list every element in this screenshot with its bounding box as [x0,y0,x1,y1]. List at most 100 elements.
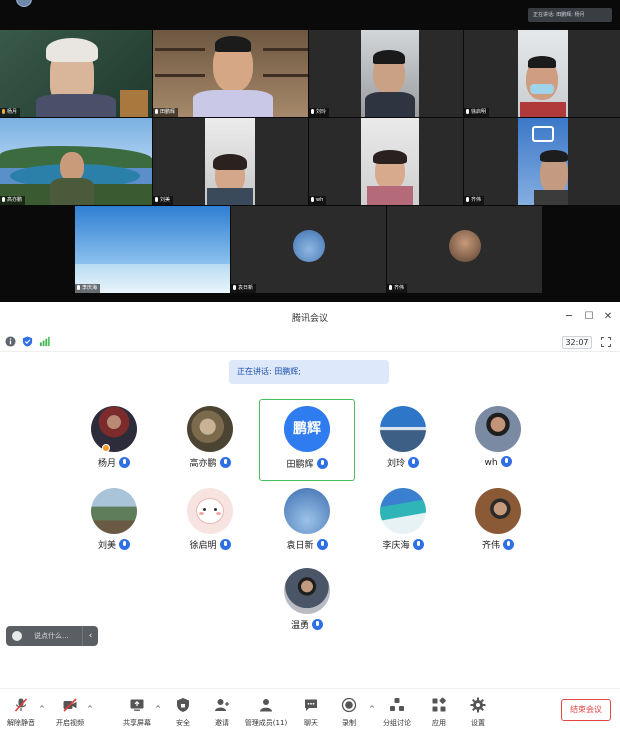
chat-collapse-button[interactable]: ‹ [82,626,98,646]
video-tile[interactable]: 刘美 [153,118,308,205]
mic-icon [155,197,158,202]
tile-name-label: 李庆海 [75,284,101,293]
mic-icon[interactable] [119,539,130,550]
mic-icon[interactable] [316,458,328,469]
video-tile[interactable]: wh [309,118,463,205]
tile-name-label: 徐启明 [464,108,490,117]
participant-name: 徐启明 [189,541,217,551]
mic-icon [466,109,469,114]
unmute-label: 解除静音 [7,719,35,727]
mic-icon [311,109,314,114]
fullscreen-icon[interactable] [601,337,611,347]
video-tile[interactable]: 袁日新 [231,206,386,293]
participant-card[interactable]: wh [462,402,534,480]
settings-button[interactable]: 设置 [453,695,503,735]
participant-card[interactable]: 刘美 [78,484,150,562]
record-button[interactable]: 录制 [324,695,374,735]
participant-card[interactable]: 刘玲 [367,402,439,480]
tile-name-label: 袁日新 [231,284,257,293]
participant-card-active[interactable]: 鹏辉 田鹏辉 [259,399,355,481]
tile-name-label: 齐伟 [387,284,408,293]
emoji-icon[interactable] [12,631,22,641]
video-tile[interactable]: 徐启明 [464,30,620,117]
signal-strength-icon[interactable] [39,336,50,347]
mic-muted-icon [14,698,28,712]
participant-name: 袁日新 [286,541,314,551]
participant-name: wh [484,458,498,468]
mic-icon [155,109,158,114]
audio-options-caret[interactable]: ^ [39,705,45,713]
speaking-indicator-pill: 正在讲话: 田鹏辉; 杨月 [528,8,612,22]
video-tile[interactable]: 刘玲 [309,30,463,117]
video-tile[interactable]: 李庆海 [75,206,230,293]
start-video-label: 开启视频 [56,719,84,727]
record-label: 录制 [342,719,356,727]
mic-icon[interactable] [219,457,231,468]
manage-members-label: 管理成员(11) [244,719,288,727]
participant-avatar [284,568,330,614]
members-icon [260,699,272,712]
apps-grid-icon [432,697,446,712]
hand-raised-icon [102,444,110,452]
mic-icon[interactable] [219,539,231,550]
participant-avatar [91,406,137,452]
maximize-button[interactable]: ☐ [582,310,596,324]
tile-name-label: 刘美 [153,196,174,205]
shield-lock-icon [177,698,189,712]
participant-card[interactable]: 李庆海 [367,484,439,562]
mic-icon[interactable] [316,539,328,550]
video-tile[interactable]: 齐伟 [387,206,542,293]
share-screen-icon [130,699,144,711]
breakout-rooms-icon [390,698,404,711]
tile-name-label: 杨月 [0,108,21,117]
record-icon [341,697,357,713]
window-title: 腾讯会议 [291,314,328,324]
mic-icon[interactable] [500,456,512,467]
participant-avatar [91,488,137,534]
participant-avatar [187,406,233,452]
mic-icon [311,197,314,202]
participant-card[interactable]: 徐启明 [174,484,246,562]
minimize-button[interactable]: ─ [562,310,576,324]
participant-card[interactable]: 温勇 [271,564,343,642]
info-icon[interactable] [5,336,16,347]
video-tile[interactable]: 田鹏辉 [153,30,308,117]
mic-icon[interactable] [408,457,419,468]
video-tile[interactable]: 齐伟 [464,118,620,205]
video-gallery: 正在讲话: 田鹏辉; 杨月 杨月 田鹏辉 刘玲 徐启明 高亦鹏 刘美 wh 齐伟… [0,0,620,302]
chat-input-box[interactable]: 说点什么... ‹ [6,626,98,646]
tile-name-label: 田鹏辉 [153,108,179,117]
participant-name: 李庆海 [382,541,410,551]
participant-card[interactable]: 杨月 [78,402,150,480]
mic-icon[interactable] [503,539,514,550]
tile-name-label: 高亦鹏 [0,196,26,205]
participant-name: 刘玲 [386,459,405,469]
mic-icon[interactable] [119,457,130,468]
participant-card[interactable]: 高亦鹏 [174,402,246,480]
participant-name: 高亦鹏 [189,459,217,469]
participant-avatar [187,488,233,534]
hand-raised-icon [2,109,5,114]
participant-card[interactable]: 袁日新 [271,484,343,562]
settings-label: 设置 [471,719,485,727]
participant-avatar [475,406,521,452]
start-video-button[interactable]: 开启视频 [45,695,95,735]
shield-icon[interactable] [22,336,33,347]
mic-icon[interactable] [412,539,424,550]
manage-members-button[interactable]: 管理成员(11) [240,695,292,735]
speaking-banner: 正在讲话: 田鹏辉; [229,360,389,384]
chat-bubble-icon [305,699,317,711]
meeting-timer: 32:07 [562,336,592,349]
end-meeting-button[interactable]: 结束会议 [561,699,611,721]
video-tile[interactable]: 杨月 [0,30,152,117]
video-tile[interactable]: 高亦鹏 [0,118,152,205]
unmute-button[interactable]: 解除静音 [0,695,46,735]
mic-icon[interactable] [312,619,323,630]
close-button[interactable]: ✕ [601,310,615,324]
chat-placeholder[interactable]: 说点什么... [34,626,69,646]
avatar-initials: 鹏辉 [284,406,330,452]
video-options-caret[interactable]: ^ [87,705,93,713]
share-screen-button[interactable]: 共享屏幕 [112,695,162,735]
self-avatar[interactable] [16,0,32,7]
participant-card[interactable]: 齐伟 [462,484,534,562]
